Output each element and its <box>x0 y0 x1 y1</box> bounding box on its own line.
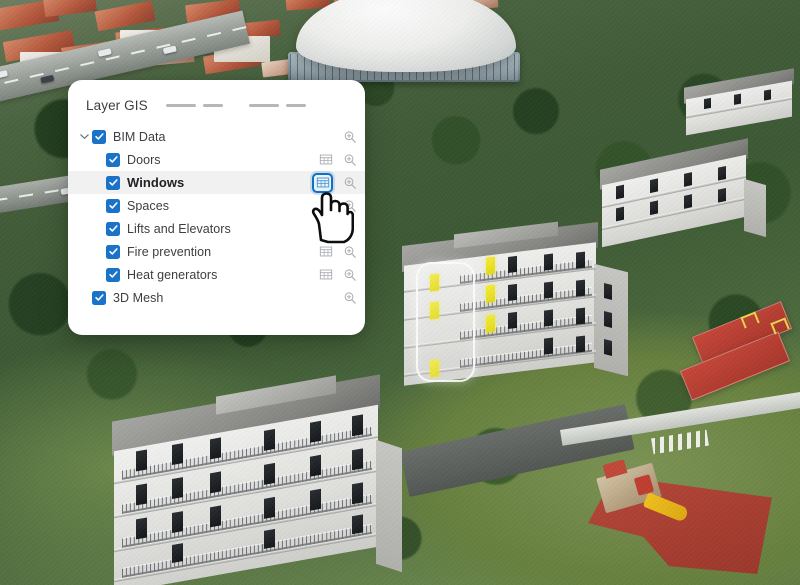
magnifier-plus-icon[interactable] <box>342 244 357 259</box>
table-icon[interactable] <box>318 244 333 259</box>
checkbox-fire-prevention[interactable] <box>106 244 120 259</box>
checkbox-windows[interactable] <box>106 175 120 190</box>
layer-label: Lifts and Elevators <box>127 221 231 236</box>
layer-label: Fire prevention <box>127 244 212 259</box>
checkbox-3d-mesh[interactable] <box>92 290 106 305</box>
dash-long-2 <box>248 103 279 107</box>
checkbox-bim-data[interactable] <box>92 129 106 144</box>
table-icon-slot-empty <box>318 129 333 144</box>
magnifier-plus-icon[interactable] <box>342 290 357 305</box>
header-placeholder-group-1 <box>165 103 223 107</box>
checkbox-heat-generators[interactable] <box>106 267 120 282</box>
table-icon[interactable] <box>318 152 333 167</box>
panel-title: Layer GIS <box>86 97 148 113</box>
pointing-hand-cursor <box>308 190 355 244</box>
layer-row-doors[interactable]: Doors <box>68 148 365 171</box>
checkbox-doors[interactable] <box>106 152 120 167</box>
layer-row-actions <box>318 129 357 144</box>
layer-row-bim-data[interactable]: BIM Data <box>68 125 365 148</box>
layer-label: Windows <box>127 175 185 190</box>
magnifier-plus-icon[interactable] <box>342 175 357 190</box>
layer-label: 3D Mesh <box>113 290 164 305</box>
layer-row-heat-generators[interactable]: Heat generators <box>68 263 365 286</box>
checkbox-lifts-and-elevators[interactable] <box>106 221 120 236</box>
checkbox-spaces[interactable] <box>106 198 120 213</box>
layer-label: Heat generators <box>127 267 218 282</box>
layer-row-actions <box>318 290 357 305</box>
layer-row-actions <box>318 152 357 167</box>
layer-label: Spaces <box>127 198 169 213</box>
layer-row-actions <box>318 267 357 282</box>
magnifier-plus-icon[interactable] <box>342 152 357 167</box>
table-icon[interactable] <box>318 267 333 282</box>
panel-header: Layer GIS <box>68 80 365 114</box>
layer-label: BIM Data <box>113 129 166 144</box>
table-icon-slot-empty <box>318 290 333 305</box>
header-placeholder-group-2 <box>248 103 306 107</box>
dash-short-1 <box>202 103 223 107</box>
magnifier-plus-icon[interactable] <box>342 129 357 144</box>
dash-long-1 <box>165 103 196 107</box>
layer-row-3d-mesh[interactable]: 3D Mesh <box>68 286 365 309</box>
layer-label: Doors <box>127 152 161 167</box>
magnifier-plus-icon[interactable] <box>342 267 357 282</box>
app-viewport: Layer GIS BIM Data Doors Windows Spaces … <box>0 0 800 585</box>
dash-short-2 <box>285 103 306 107</box>
layer-row-actions <box>318 244 357 259</box>
chevron-down-icon[interactable] <box>76 129 92 145</box>
